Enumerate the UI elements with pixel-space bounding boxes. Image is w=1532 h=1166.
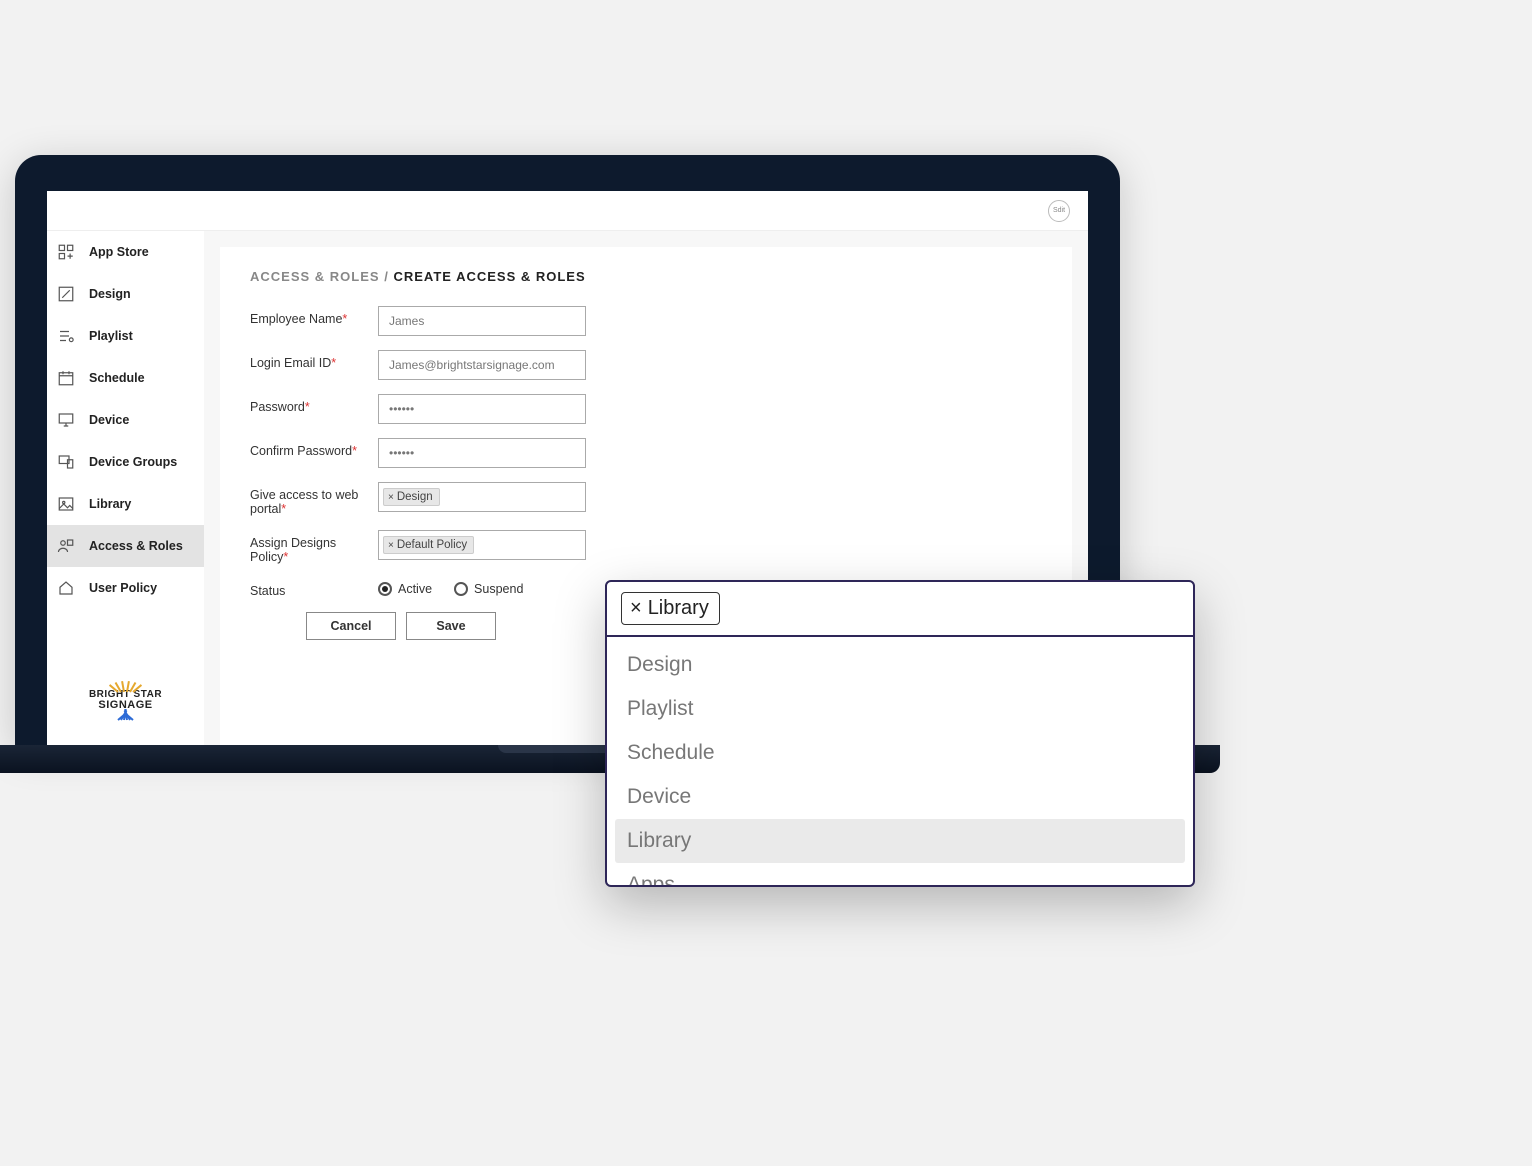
dropdown-option-device[interactable]: Device [615, 775, 1185, 819]
confirm-password-input[interactable] [378, 438, 586, 468]
sidebar-item-label: Library [89, 497, 131, 511]
sidebar-item-label: Access & Roles [89, 539, 183, 553]
label-web-portal-access: Give access to web portal* [250, 482, 360, 516]
sidebar-item-label: Device Groups [89, 455, 177, 469]
dropdown-option-apps[interactable]: Apps [615, 863, 1185, 885]
dropdown-option-design[interactable]: Design [615, 643, 1185, 687]
roles-icon [57, 537, 75, 555]
sidebar-item-label: Design [89, 287, 131, 301]
sidebar-item-label: App Store [89, 245, 149, 259]
radio-suspend[interactable]: Suspend [454, 582, 523, 596]
remove-tag-icon[interactable]: × [630, 597, 642, 620]
cancel-button[interactable]: Cancel [306, 612, 396, 640]
dropdown-selected-row[interactable]: × Library [607, 582, 1193, 637]
remove-tag-icon[interactable]: × [388, 492, 394, 503]
label-confirm-password: Confirm Password* [250, 438, 360, 458]
sidebar-item-label: Playlist [89, 329, 133, 343]
label-login-email: Login Email ID* [250, 350, 360, 370]
label-employee-name: Employee Name* [250, 306, 360, 326]
sidebar-item-label: Schedule [89, 371, 145, 385]
breadcrumb-current: CREATE ACCESS & ROLES [393, 269, 585, 284]
grid-plus-icon [57, 243, 75, 261]
sidebar-item-device[interactable]: Device [47, 399, 204, 441]
sidebar-item-app-store[interactable]: App Store [47, 231, 204, 273]
assign-policy-select[interactable]: ×Default Policy [378, 530, 586, 560]
sidebar-item-access-roles[interactable]: Access & Roles [47, 525, 204, 567]
sidebar-item-design[interactable]: Design [47, 273, 204, 315]
remove-tag-icon[interactable]: × [388, 540, 394, 551]
logo: BRIGHT STAR SIGNAGE [47, 661, 204, 745]
tag-default-policy[interactable]: ×Default Policy [383, 536, 474, 554]
radio-active[interactable]: Active [378, 582, 432, 596]
label-assign-policy: Assign Designs Policy* [250, 530, 360, 564]
image-icon [57, 495, 75, 513]
sidebar-item-playlist[interactable]: Playlist [47, 315, 204, 357]
dropdown-option-playlist[interactable]: Playlist [615, 687, 1185, 731]
label-password: Password* [250, 394, 360, 414]
web-portal-access-select[interactable]: ×Design [378, 482, 586, 512]
sidebar-item-label: User Policy [89, 581, 157, 595]
radio-dot-icon [378, 582, 392, 596]
tag-design[interactable]: ×Design [383, 488, 440, 506]
sidebar: App Store Design Playlist Schedule [47, 231, 204, 745]
dropdown-option-library[interactable]: Library [615, 819, 1185, 863]
calendar-icon [57, 369, 75, 387]
sidebar-item-schedule[interactable]: Schedule [47, 357, 204, 399]
breadcrumb: ACCESS & ROLES / CREATE ACCESS & ROLES [250, 269, 1042, 284]
password-input[interactable] [378, 394, 586, 424]
home-icon [57, 579, 75, 597]
login-email-input[interactable] [378, 350, 586, 380]
avatar[interactable]: Sdit [1048, 200, 1070, 222]
sidebar-item-label: Device [89, 413, 129, 427]
playlist-icon [57, 327, 75, 345]
save-button[interactable]: Save [406, 612, 496, 640]
pencil-square-icon [57, 285, 75, 303]
dropdown-list: Design Playlist Schedule Device Library … [607, 637, 1193, 885]
sidebar-item-device-groups[interactable]: Device Groups [47, 441, 204, 483]
dropdown-panel: × Library Design Playlist Schedule Devic… [605, 580, 1195, 887]
dropdown-selected-tag[interactable]: × Library [621, 592, 720, 625]
topbar: Sdit [47, 191, 1088, 231]
label-status: Status [250, 578, 360, 598]
monitor-icon [57, 411, 75, 429]
dropdown-option-schedule[interactable]: Schedule [615, 731, 1185, 775]
breadcrumb-parent[interactable]: ACCESS & ROLES [250, 269, 380, 284]
breadcrumb-sep: / [384, 269, 389, 284]
devices-icon [57, 453, 75, 471]
radio-dot-icon [454, 582, 468, 596]
employee-name-input[interactable] [378, 306, 586, 336]
sidebar-item-user-policy[interactable]: User Policy [47, 567, 204, 609]
sidebar-item-library[interactable]: Library [47, 483, 204, 525]
